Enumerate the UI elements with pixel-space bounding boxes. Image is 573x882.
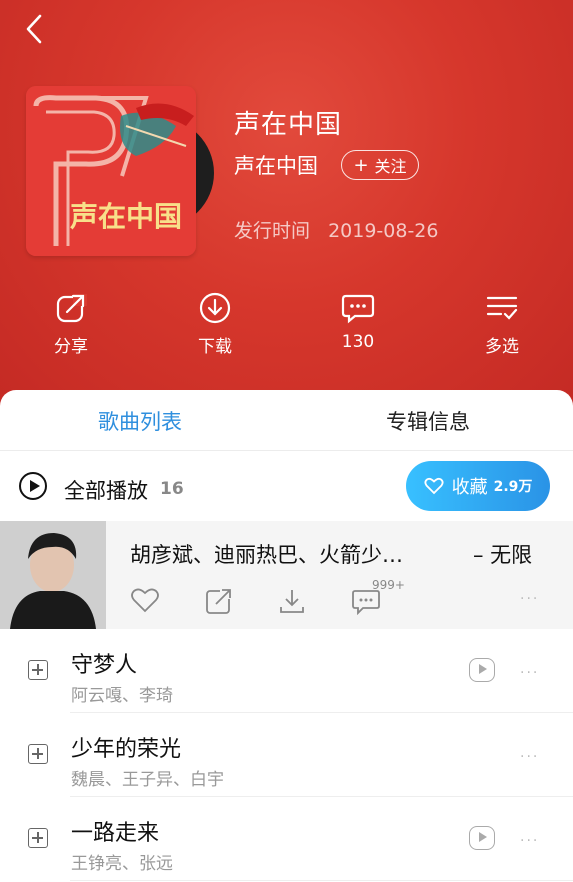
multi-select-label: 多选 <box>485 337 519 357</box>
add-to-playlist-icon[interactable] <box>28 660 48 680</box>
chevron-left-icon <box>26 14 42 44</box>
album-cover[interactable]: 声在中国 <box>26 86 196 256</box>
album-header: 声在中国 声在中国 声在中国 + 关注 发行时间 2019-08-26 分享 下… <box>0 0 573 410</box>
heart-icon <box>131 588 159 613</box>
divider <box>70 880 573 881</box>
tab-song-list[interactable]: 歌曲列表 <box>98 406 182 436</box>
download-song-button[interactable] <box>278 587 306 619</box>
more-icon[interactable]: ··· <box>520 833 539 849</box>
cover-art: 声在中国 <box>26 86 196 256</box>
share-song-button[interactable] <box>205 587 233 619</box>
download-label: 下载 <box>198 337 232 357</box>
multi-select-icon <box>486 296 518 320</box>
cover-title: 声在中国 <box>70 200 182 233</box>
song-row[interactable]: 一路走来 王铮亮、张远 ··· <box>0 797 573 881</box>
collect-button[interactable]: 收藏 2.9万 <box>406 461 550 511</box>
tab-album-info[interactable]: 专辑信息 <box>386 406 470 436</box>
song-title: 守梦人 <box>71 653 138 678</box>
featured-artists: 胡彦斌、迪丽热巴、火箭少… <box>130 543 403 567</box>
featured-actions: ··· <box>0 587 573 619</box>
add-to-playlist-icon[interactable] <box>28 744 48 764</box>
song-row[interactable]: 少年的荣光 魏晨、王子异、白宇 ··· <box>0 713 573 797</box>
comment-count: 130 <box>341 332 375 352</box>
comment-button[interactable]: 130 <box>318 292 398 352</box>
collect-count: 2.9万 <box>493 479 533 495</box>
play-all-row: 全部播放 16 收藏 2.9万 <box>0 450 573 520</box>
song-artists: 王铮亮、张远 <box>71 854 173 874</box>
artist-name[interactable]: 声在中国 <box>234 150 318 180</box>
play-all-button[interactable]: 全部播放 <box>64 475 148 505</box>
song-row[interactable]: 守梦人 阿云嘎、李琦 ··· <box>0 629 573 713</box>
featured-title: – 无限 <box>473 543 533 567</box>
share-button[interactable]: 分享 <box>31 292 111 357</box>
more-icon[interactable]: ··· <box>520 749 539 765</box>
action-bar: 分享 下载 130 多选 <box>0 292 573 364</box>
play-all-icon[interactable] <box>19 472 47 500</box>
follow-label: 关注 <box>374 157 407 176</box>
release-info: 发行时间 2019-08-26 <box>234 216 438 243</box>
featured-song[interactable]: 胡彦斌、迪丽热巴、火箭少… – 无限 ··· 999+ <box>0 521 573 629</box>
download-icon <box>199 292 231 324</box>
tab-bar: 歌曲列表 专辑信息 <box>0 390 573 451</box>
download-button[interactable]: 下载 <box>175 292 255 357</box>
video-play-icon[interactable] <box>469 658 495 682</box>
song-count: 16 <box>160 479 184 499</box>
like-button[interactable] <box>130 587 160 617</box>
plus-icon: + <box>353 154 369 176</box>
share-icon <box>56 294 87 323</box>
comment-icon <box>341 294 375 324</box>
heart-icon <box>424 477 444 495</box>
share-icon <box>206 588 233 614</box>
video-play-icon[interactable] <box>469 826 495 850</box>
download-icon <box>280 590 304 613</box>
comment-badge: 999+ <box>372 578 405 592</box>
more-icon[interactable]: ··· <box>520 665 539 681</box>
more-icon[interactable]: ··· <box>520 591 539 607</box>
back-button[interactable] <box>20 14 50 44</box>
song-title: 一路走来 <box>71 821 160 846</box>
content-sheet: 歌曲列表 专辑信息 全部播放 16 收藏 2.9万 胡彦斌、迪丽热巴、火箭少… … <box>0 390 573 882</box>
release-date: 2019-08-26 <box>328 220 439 242</box>
add-to-playlist-icon[interactable] <box>28 828 48 848</box>
multi-select-button[interactable]: 多选 <box>462 292 542 357</box>
song-artists: 阿云嘎、李琦 <box>71 686 173 706</box>
song-title: 少年的荣光 <box>71 737 182 762</box>
share-label: 分享 <box>54 337 88 357</box>
song-artists: 魏晨、王子异、白宇 <box>71 770 224 790</box>
release-label: 发行时间 <box>234 220 311 242</box>
collect-label: 收藏 <box>451 477 488 498</box>
album-title: 声在中国 <box>234 110 343 140</box>
follow-button[interactable]: + 关注 <box>341 150 419 180</box>
